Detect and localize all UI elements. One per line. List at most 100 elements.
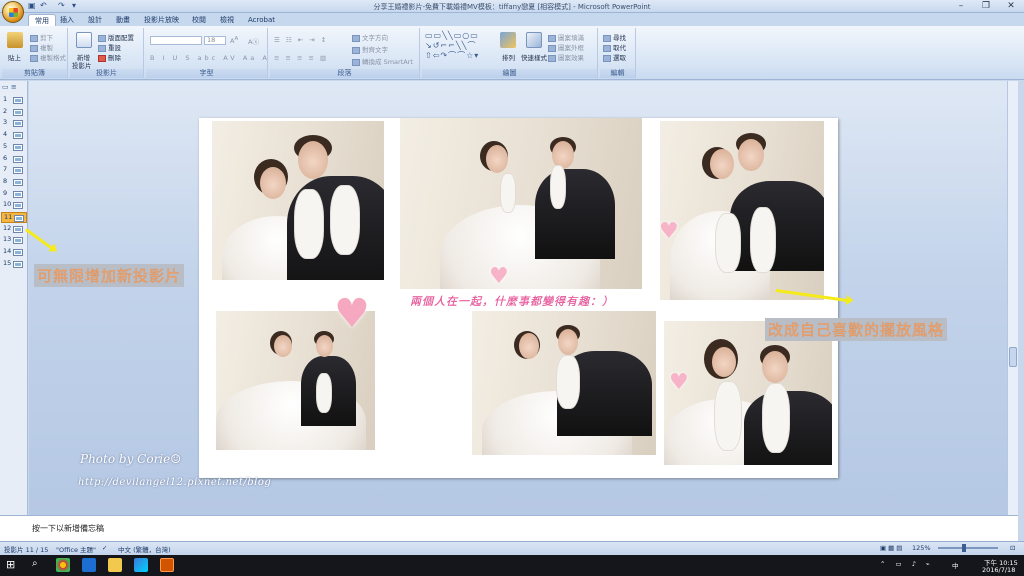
qat-dropdown-icon[interactable]: ▾ [72,1,76,10]
slide-thumbnail[interactable]: 1 [1,95,27,106]
list-buttons[interactable]: ☰ ☷ ⇤ ⇥ ↕ [274,36,328,44]
select-button[interactable]: 選取 [603,52,626,62]
font-size-box[interactable]: 18 [204,36,226,45]
tab-view[interactable]: 檢視 [214,14,240,26]
fill-icon [548,34,556,42]
cut-button[interactable]: 剪下 [30,32,53,42]
find-button[interactable]: 尋找 [603,32,626,42]
ime-indicator[interactable]: 中 [952,560,959,570]
replace-button[interactable]: 取代 [603,42,626,52]
slide-thumbnail-number: 14 [3,247,12,256]
tab-slideshow[interactable]: 投影片放映 [138,14,185,26]
notes-pane[interactable]: 按一下以新增備忘稿 [0,515,1018,541]
slide-thumbnail-icon [13,167,23,175]
tab-animation[interactable]: 動畫 [110,14,136,26]
shape-effects-button[interactable]: 圖案效果 [548,52,584,62]
paste-button[interactable]: 貼上 [8,52,21,62]
clock-date[interactable]: 2016/7/18 [982,566,1015,574]
align-buttons[interactable]: ≡ ≡ ≡ ≡ ▥ [274,54,328,62]
arrange-icon[interactable] [500,32,516,48]
shape-fill-button[interactable]: 圖案填滿 [548,32,584,42]
slide-thumbnail[interactable]: 13 [1,235,27,246]
zoom-slider[interactable] [938,547,998,549]
slide-thumbnail[interactable]: 7 [1,165,27,176]
tab-insert[interactable]: 插入 [54,14,80,26]
align-text-button[interactable]: 對齊文字 [352,44,388,54]
spellcheck-icon[interactable]: ✓ [102,544,107,552]
shape-outline-button[interactable]: 圖案外框 [548,42,584,52]
slide-thumbnail[interactable]: 3 [1,118,27,129]
maximize-button[interactable]: ❐ [977,0,995,12]
format-painter-button[interactable]: 複製格式 [30,52,66,62]
shapes-gallery[interactable]: ▭▭╲╲▭○▭ ↘↺⌐⌐╲╲⌒ ⇧⇦↷⌒⌒☆▾ [425,31,491,61]
text-direction-icon [352,34,360,42]
layout-button[interactable]: 版面配置 [98,32,134,42]
photo-bottom-center[interactable] [469,308,659,458]
photo-top-left[interactable] [209,118,387,283]
fit-window-icon[interactable]: ⊡ [1010,544,1015,552]
windows-start-icon[interactable]: ⊞ [6,558,15,571]
tab-home[interactable]: 常用 [28,14,56,26]
theme-name: "Office 主題" [56,546,97,554]
quick-styles-button[interactable]: 快速樣式 [521,52,547,62]
slide-thumbnail[interactable]: 14 [1,247,27,258]
undo-icon[interactable]: ↶ [40,1,47,10]
save-icon[interactable]: ▣ [28,1,36,10]
group-label-slides: 投影片 [70,69,143,78]
zoom-slider-thumb[interactable] [962,544,966,552]
app-icon[interactable] [134,558,148,572]
redo-icon[interactable]: ↷ [58,1,65,10]
close-button[interactable]: ✕ [1002,0,1020,12]
chrome-icon[interactable] [56,558,70,572]
tab-design[interactable]: 設計 [82,14,108,26]
slide-thumbnail[interactable]: 2 [1,107,27,118]
slide-thumbnail[interactable]: 4 [1,130,27,141]
edge-icon[interactable] [82,558,96,572]
scrollbar-thumb[interactable] [1009,347,1017,367]
slide-thumbnail[interactable]: 5 [1,142,27,153]
slide-thumbnail[interactable]: 15 [1,259,27,270]
text-direction-button[interactable]: 文字方向 [352,32,388,42]
slide-thumbnail[interactable]: 10 [1,200,27,211]
view-buttons[interactable]: ▣▦▤ [880,544,904,552]
thumbnail-view-tabs[interactable]: ▭ ≡ [2,83,17,91]
search-icon[interactable]: ⌕ [32,558,38,569]
quick-styles-icon[interactable] [526,32,542,48]
file-explorer-icon[interactable] [108,558,122,572]
new-slide-icon[interactable] [76,32,92,48]
font-style-buttons[interactable]: B I U S abc AV Aa A [150,54,270,62]
office-button[interactable] [2,1,24,23]
tab-review[interactable]: 校閱 [186,14,212,26]
slide-thumbnail-number: 5 [3,141,8,150]
zoom-level[interactable]: 125% [912,544,931,552]
brush-icon [30,54,38,62]
group-drawing: ▭▭╲╲▭○▭ ↘↺⌐⌐╲╲⌒ ⇧⇦↷⌒⌒☆▾ 排列 快速樣式 圖案填滿 圖案外… [422,28,598,78]
slide-thumbnail[interactable]: 12 [1,224,27,235]
vertical-scrollbar[interactable] [1007,81,1018,515]
arrange-button[interactable]: 排列 [502,52,515,62]
tab-acrobat[interactable]: Acrobat [242,14,281,26]
photo-top-right[interactable] [657,118,827,303]
tray-icons[interactable]: ⌃ ▭ ♪ ⌁ [880,560,934,568]
slide-thumbnail[interactable]: 8 [1,177,27,188]
smartart-button[interactable]: 轉換成 SmartArt [352,56,413,66]
photo-top-center[interactable] [397,118,645,292]
slide-counter: 投影片 11 / 15 [4,546,49,554]
reset-button[interactable]: 重設 [98,42,121,52]
clear-format-button[interactable]: Aⓧ [248,36,259,46]
grow-font-button[interactable]: AA [230,36,238,45]
delete-button[interactable]: 刪除 [98,52,121,62]
paste-icon[interactable] [7,32,23,48]
slide-thumbnail-icon [13,178,23,186]
notes-placeholder: 按一下以新增備忘稿 [32,524,104,533]
slide-thumbnail[interactable]: 6 [1,154,27,165]
powerpoint-taskbar-icon[interactable] [160,558,174,572]
slide-thumbnail[interactable]: 9 [1,189,27,200]
slide-text-caption[interactable]: 兩個人在一起，什麼事都變得有趣：） [410,293,614,309]
office-logo-icon [9,8,18,17]
font-name-box[interactable] [150,36,202,45]
minimize-button[interactable]: – [952,0,970,12]
copy-button[interactable]: 複製 [30,42,53,52]
slide-thumbnail[interactable]: 11 [1,212,27,223]
slide-canvas[interactable]: ♥ ♥ ♥ ♥ 兩個人在一起，什麼事都變得有趣：） [199,118,838,478]
